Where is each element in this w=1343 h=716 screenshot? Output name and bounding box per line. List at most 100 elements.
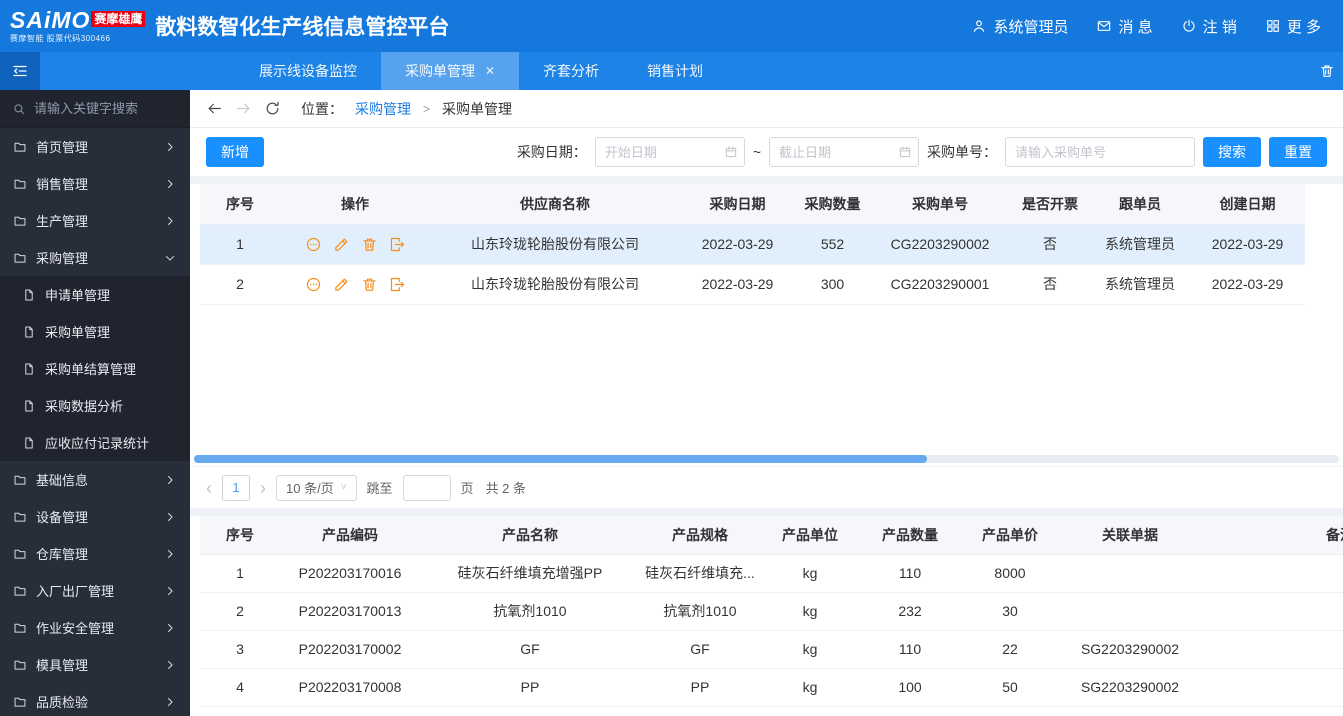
sidebar-subitem[interactable]: 申请单管理	[0, 276, 190, 313]
sidebar-subitem[interactable]: 采购数据分析	[0, 387, 190, 424]
sidebar-item[interactable]: 基础信息	[0, 461, 190, 498]
cell-order-no: CG2203290001	[870, 264, 1010, 305]
scrollbar-thumb[interactable]	[194, 455, 927, 463]
reset-button[interactable]: 重置	[1269, 137, 1327, 167]
sidebar-item[interactable]: 销售管理	[0, 165, 190, 202]
tab[interactable]: 销售计划	[623, 52, 727, 90]
scrollbar-track[interactable]	[194, 455, 1339, 463]
sidebar-item[interactable]: 模具管理	[0, 646, 190, 683]
cell: kg	[760, 592, 860, 631]
table-row[interactable]: 1 山东玲珑轮胎股份有限公司 2022-03-29 552 CG2203290002 否系…	[200, 224, 1305, 265]
sidebar-item[interactable]: 生产管理	[0, 202, 190, 239]
cell: 4	[200, 668, 280, 707]
more-button[interactable]: 更 多	[1265, 16, 1321, 37]
delete-icon[interactable]	[361, 276, 378, 293]
add-button[interactable]: 新增	[206, 137, 264, 167]
sidebar-subitem-label: 采购单管理	[45, 325, 111, 340]
jump-page-input[interactable]	[402, 474, 451, 501]
jump-label: 跳至	[366, 481, 393, 496]
cell: 232	[860, 592, 960, 631]
export-icon[interactable]	[389, 236, 406, 253]
sidebar-collapse-button[interactable]	[0, 52, 40, 90]
sidebar-item[interactable]: 首页管理	[0, 128, 190, 165]
order-no-label: 采购单号：	[927, 144, 997, 160]
menu-fold-icon	[11, 62, 29, 80]
sidebar-item[interactable]: 设备管理	[0, 498, 190, 535]
sidebar-item-label: 模具管理	[36, 658, 89, 673]
logout-button[interactable]: 注 销	[1181, 16, 1237, 37]
cell: GF	[640, 630, 760, 669]
sidebar-item[interactable]: 作业安全管理	[0, 609, 190, 646]
detail-icon[interactable]	[305, 276, 322, 293]
page-title: 散料数智化生产线信息管控平台	[155, 16, 450, 39]
search-icon	[12, 102, 26, 116]
folder-icon	[13, 695, 27, 709]
tab[interactable]: 齐套分析	[519, 52, 623, 90]
cell-actions	[280, 264, 430, 305]
tab-label: 展示线设备监控	[259, 63, 357, 79]
cell: 100	[860, 668, 960, 707]
edit-icon[interactable]	[333, 236, 350, 253]
tab-close-icon[interactable]: ✕	[485, 64, 495, 78]
search-button[interactable]: 搜索	[1203, 137, 1261, 167]
end-date-input[interactable]	[769, 137, 919, 167]
sidebar-item-label: 作业安全管理	[36, 621, 115, 636]
order-no-input[interactable]	[1005, 137, 1195, 167]
start-date-input[interactable]	[594, 137, 745, 167]
more-grid-icon	[1265, 18, 1281, 34]
table-row[interactable]: 2 山东玲珑轮胎股份有限公司 2022-03-29 300 CG2203290001 否系…	[200, 264, 1305, 305]
back-arrow-icon[interactable]	[206, 100, 223, 117]
column-header: 采购单号	[870, 184, 1010, 225]
sidebar-subitem[interactable]: 应收应付记录统计	[0, 424, 190, 461]
table-row[interactable]: 2 P202203170013 抗氧剂1010 抗氧剂1010 kg 232 30	[200, 592, 1343, 631]
page-size-select[interactable]: 10 条/页 ˅	[276, 474, 357, 501]
sidebar-item-label: 销售管理	[36, 177, 89, 192]
logo: SAiMO 赛摩雄鹰 赛摩智能 股票代码300466	[10, 9, 146, 43]
cell-invoiced: 否	[1010, 224, 1090, 265]
orders-table: 序号 操作 供应商名称 采购日期 采购数量 采购单号 是否开票 跟单员 创建日期 1 山东玲珑轮胎股…	[200, 184, 1305, 305]
refresh-icon[interactable]	[264, 100, 281, 117]
sidebar-submenu: 申请单管理采购单管理采购单结算管理 采购数据分析 应收应付记录统计	[0, 276, 190, 461]
close-all-tabs-button[interactable]	[1319, 52, 1335, 90]
user-icon	[971, 18, 987, 34]
export-icon[interactable]	[389, 276, 406, 293]
next-page-button[interactable]: ›	[260, 479, 266, 497]
cell: 50	[960, 668, 1060, 707]
messages-button[interactable]: 消 息	[1096, 16, 1153, 37]
detail-icon[interactable]	[305, 236, 322, 253]
prev-page-button[interactable]: ‹	[206, 479, 212, 497]
page-number-button[interactable]: 1	[222, 474, 250, 501]
chevron-right-icon	[163, 140, 177, 154]
sidebar-search-input[interactable]	[34, 101, 164, 116]
table-row[interactable]: 4 P202203170008 PP PP kg 100 50 SG2203290002	[200, 668, 1343, 707]
table-row[interactable]: 1 P202203170016 硅灰石纤维填充增强PP 硅灰石纤维填充... kg 110…	[200, 554, 1343, 593]
main-area: 首页管理销售管理生产管理采购管理申请单管理采购单管理采购单结算管理采购数据分析应…	[0, 90, 1343, 716]
forward-arrow-icon[interactable]	[235, 100, 252, 117]
cell: 2	[200, 592, 280, 631]
breadcrumb-parent-link[interactable]: 采购管理	[355, 99, 411, 119]
cell: kg	[760, 668, 860, 707]
cell-created: 2022-03-29	[1190, 264, 1305, 305]
column-header: 产品单位	[760, 516, 860, 555]
cell	[1060, 592, 1200, 631]
date-tilde: ~	[752, 144, 761, 160]
sidebar-subitem[interactable]: 采购单结算管理	[0, 350, 190, 387]
table-row[interactable]: 3 P202203170002 GF GF kg 110 22 SG2203290002	[200, 630, 1343, 669]
jump-suffix: 页	[460, 481, 474, 496]
chevron-down-icon	[163, 251, 177, 265]
column-header: 产品数量	[860, 516, 960, 555]
sidebar-subitem[interactable]: 采购单管理	[0, 313, 190, 350]
cell	[1200, 554, 1343, 593]
delete-icon[interactable]	[361, 236, 378, 253]
sidebar-item[interactable]: 采购管理	[0, 239, 190, 276]
user-menu[interactable]: 系统管理员	[971, 16, 1068, 37]
sidebar-item[interactable]: 仓库管理	[0, 535, 190, 572]
sidebar-item[interactable]: 入厂出厂管理	[0, 572, 190, 609]
horizontal-scrollbar	[190, 454, 1343, 466]
edit-icon[interactable]	[333, 276, 350, 293]
sidebar-item[interactable]: 品质检验	[0, 683, 190, 716]
cell-supplier: 山东玲珑轮胎股份有限公司	[430, 224, 680, 265]
column-header: 备注	[1200, 516, 1343, 555]
tab[interactable]: 展示线设备监控	[235, 52, 381, 90]
tab[interactable]: 采购单管理 ✕	[381, 52, 520, 90]
